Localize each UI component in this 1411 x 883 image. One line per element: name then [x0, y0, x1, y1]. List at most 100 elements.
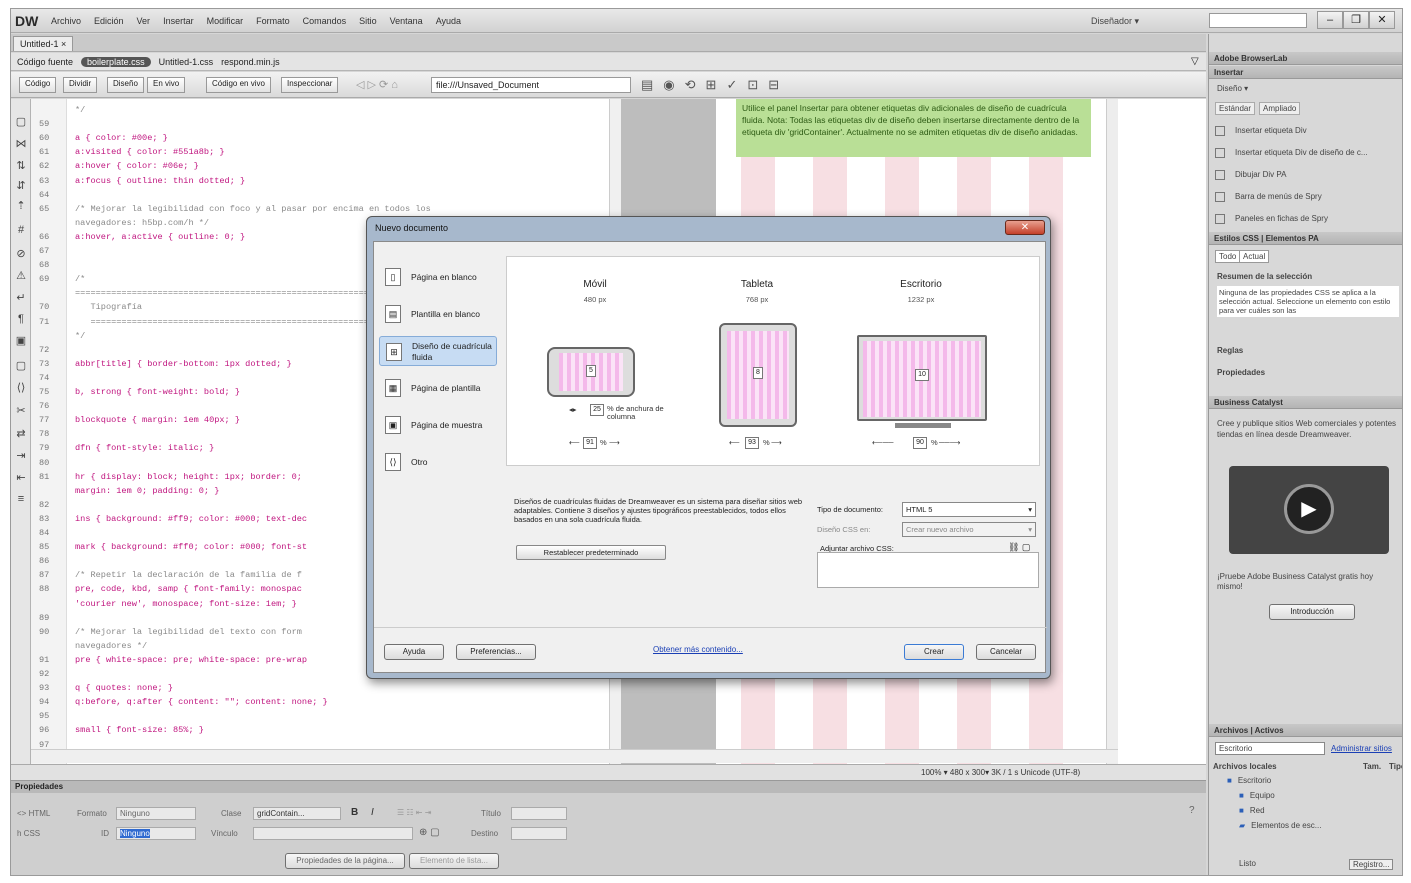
- design-scrollbar[interactable]: [1106, 99, 1118, 764]
- insert-item[interactable]: Insertar etiqueta Div: [1215, 126, 1307, 136]
- maximize-icon[interactable]: ❐: [1343, 11, 1369, 29]
- doctype-select[interactable]: HTML 5 ▾: [902, 502, 1036, 517]
- insert-item[interactable]: Barra de menús de Spry: [1215, 192, 1322, 202]
- attached-css-list[interactable]: [817, 552, 1039, 588]
- create-button[interactable]: Crear: [904, 644, 964, 660]
- tab-css-styles[interactable]: Estilos CSS: [1214, 234, 1259, 243]
- snippets-icon[interactable]: ✂: [14, 404, 28, 418]
- validate-icon[interactable]: ✓: [726, 77, 737, 93]
- highlight-invalid-icon[interactable]: ⊘: [14, 247, 28, 261]
- menu-item[interactable]: Ver: [137, 16, 151, 26]
- menu-item[interactable]: Modificar: [207, 16, 244, 26]
- outdent-icon[interactable]: ⇤: [14, 471, 28, 485]
- file-tree-item[interactable]: ■ Escritorio: [1227, 776, 1271, 785]
- category-item[interactable]: ⟨⟩ Otro: [379, 447, 497, 477]
- menu-item[interactable]: Sitio: [359, 16, 377, 26]
- live-view-button[interactable]: En vivo: [147, 77, 186, 93]
- menu-item[interactable]: Archivo: [51, 16, 81, 26]
- visual-aids-icon[interactable]: ⊞: [706, 77, 717, 93]
- design-view-button[interactable]: Diseño: [107, 77, 144, 93]
- desktop-columns-input[interactable]: 10: [915, 369, 929, 381]
- workspace-switcher[interactable]: Diseñador ▾: [1091, 16, 1139, 27]
- select-parent-tag-icon[interactable]: ⇡: [14, 199, 28, 213]
- reset-default-button[interactable]: Restablecer predeterminado: [516, 545, 666, 560]
- address-input[interactable]: file:///Unsaved_Document: [431, 77, 631, 93]
- wrap-tag-icon[interactable]: ⟨⟩: [14, 381, 28, 395]
- menu-item[interactable]: Ayuda: [436, 16, 461, 26]
- preview-icon[interactable]: ◉: [663, 77, 674, 93]
- help-search-input[interactable]: [1209, 13, 1307, 28]
- site-select[interactable]: Escritorio: [1215, 742, 1325, 755]
- horizontal-scrollbar[interactable]: [31, 749, 1118, 763]
- file-tree-item[interactable]: ■ Equipo: [1239, 791, 1275, 800]
- browserlab-header[interactable]: Adobe BrowserLab: [1209, 52, 1402, 65]
- target-select[interactable]: [511, 827, 567, 840]
- files-col-size[interactable]: Tam.: [1363, 762, 1381, 771]
- log-button[interactable]: Registro...: [1349, 859, 1394, 870]
- split-view-button[interactable]: Dividir: [63, 77, 98, 93]
- nav-arrows-icon[interactable]: ◁ ▷ ⟳ ⌂: [356, 78, 398, 91]
- mobile-margin-input[interactable]: 25: [590, 404, 604, 416]
- related-file[interactable]: boilerplate.css: [81, 56, 151, 67]
- related-file[interactable]: respond.min.js: [221, 57, 280, 67]
- line-numbers-icon[interactable]: #: [14, 224, 28, 238]
- list-indent-icons[interactable]: ☰ ☷ ⇤ ⇥: [397, 808, 431, 817]
- category-item[interactable]: ▦ Página de plantilla: [379, 373, 497, 403]
- italic-button[interactable]: I: [371, 807, 374, 818]
- expand-all-icon[interactable]: ⇵: [14, 179, 28, 193]
- title-input[interactable]: [511, 807, 567, 820]
- minimize-icon[interactable]: –: [1317, 11, 1343, 29]
- word-wrap-icon[interactable]: ↵: [14, 291, 28, 305]
- mobile-columns-input[interactable]: 5: [586, 365, 596, 377]
- format-select[interactable]: Ninguno: [116, 807, 196, 820]
- link-input[interactable]: [253, 827, 413, 840]
- css-mode-button[interactable]: h CSS: [17, 829, 40, 838]
- file-management-icon[interactable]: ▤: [641, 77, 653, 93]
- id-select[interactable]: Ninguno: [116, 827, 196, 840]
- title-icon[interactable]: ⊟: [768, 77, 779, 93]
- category-item[interactable]: ⊞ Diseño de cuadrícula fluida: [379, 336, 497, 366]
- indent-icon[interactable]: ⇥: [14, 449, 28, 463]
- refresh-icon[interactable]: ⟲: [685, 77, 696, 93]
- tablet-gutter-input[interactable]: 93: [745, 437, 759, 449]
- css-tab-current[interactable]: Actual: [1239, 250, 1270, 263]
- css-tab-all[interactable]: Todo: [1215, 250, 1241, 263]
- filter-icon[interactable]: ▽: [1191, 56, 1201, 67]
- insert-category-select[interactable]: Diseño ▾: [1217, 84, 1248, 93]
- cancel-button[interactable]: Cancelar: [976, 644, 1036, 660]
- dialog-close-icon[interactable]: ✕: [1005, 220, 1045, 235]
- css-layout-select[interactable]: Crear nuevo archivo ▾: [902, 522, 1036, 537]
- close-icon[interactable]: ✕: [1369, 11, 1395, 29]
- desktop-gutter-input[interactable]: 90: [913, 437, 927, 449]
- get-more-content-link[interactable]: Obtener más contenido...: [653, 645, 743, 654]
- check-browser-icon[interactable]: ⊡: [747, 77, 758, 93]
- insert-panel-header[interactable]: Insertar: [1209, 66, 1402, 79]
- comment-icon[interactable]: ▣: [14, 334, 28, 348]
- insert-item[interactable]: Paneles en fichas de Spry: [1215, 214, 1328, 224]
- help-button[interactable]: Ayuda: [384, 644, 444, 660]
- format-source-icon[interactable]: ≡: [14, 493, 28, 507]
- category-item[interactable]: ▤ Plantilla en blanco: [379, 299, 497, 329]
- files-col-local[interactable]: Archivos locales: [1213, 762, 1277, 771]
- page-properties-button[interactable]: Propiedades de la página...: [285, 853, 405, 869]
- point-to-file-icon[interactable]: ⊕ ▢: [419, 827, 440, 838]
- menu-item[interactable]: Formato: [256, 16, 290, 26]
- related-file[interactable]: Untitled-1.css: [159, 57, 214, 67]
- menu-item[interactable]: Comandos: [303, 16, 347, 26]
- mobile-gutter-input[interactable]: 91: [583, 437, 597, 449]
- html-mode-button[interactable]: <> HTML: [17, 809, 50, 818]
- bc-video-thumbnail[interactable]: ▶: [1229, 466, 1389, 554]
- hidden-chars-icon[interactable]: ¶: [14, 313, 28, 327]
- category-item[interactable]: ▯ Página en blanco: [379, 262, 497, 292]
- collapse-tag-icon[interactable]: ⋈: [14, 137, 28, 151]
- tab-ap-elements[interactable]: Elementos PA: [1266, 234, 1319, 243]
- business-catalyst-header[interactable]: Business Catalyst: [1209, 396, 1402, 409]
- menu-item[interactable]: Ventana: [390, 16, 423, 26]
- uncomment-icon[interactable]: ▢: [14, 359, 28, 373]
- manage-sites-link[interactable]: Administrar sitios: [1331, 744, 1392, 753]
- bold-button[interactable]: B: [351, 807, 358, 818]
- collapse-selection-icon[interactable]: ⇅: [14, 159, 28, 173]
- tab-untitled-1[interactable]: Untitled-1 ×: [13, 36, 74, 51]
- code-view-button[interactable]: Código: [19, 77, 57, 93]
- menu-item[interactable]: Insertar: [163, 16, 194, 26]
